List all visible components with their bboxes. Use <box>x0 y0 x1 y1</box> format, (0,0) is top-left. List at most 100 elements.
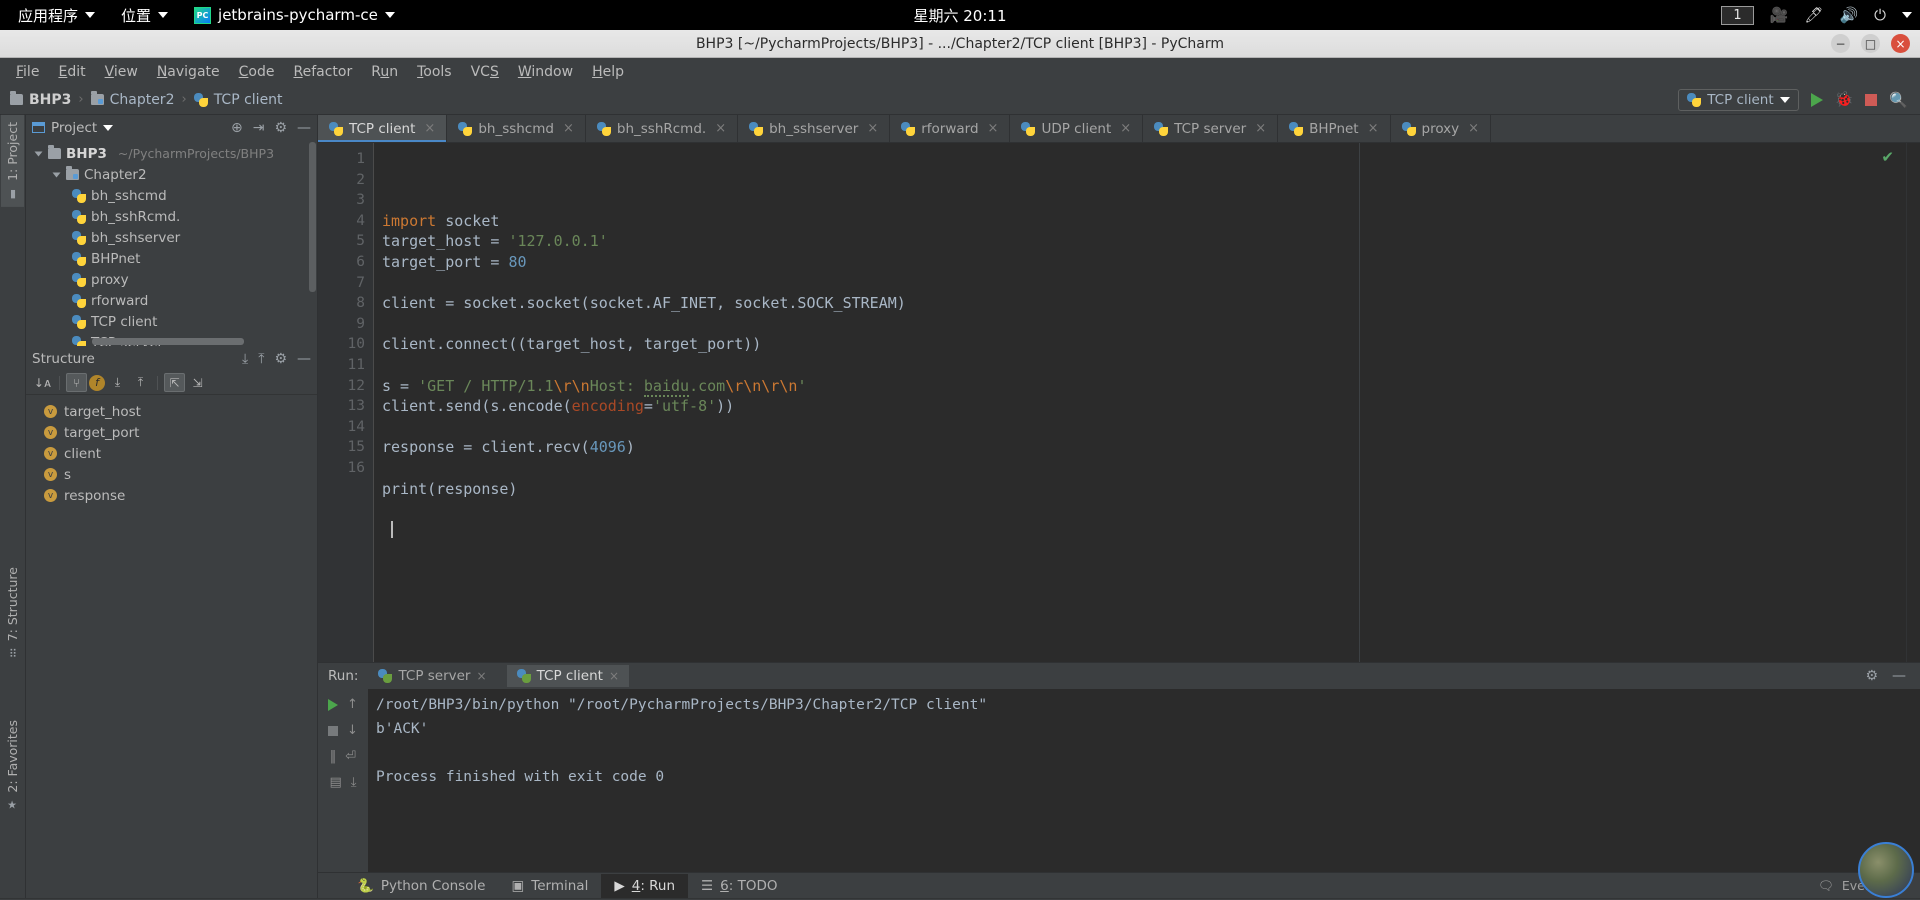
menu-item-tools[interactable]: Tools <box>409 61 460 83</box>
structure-list-item[interactable]: v response <box>26 485 317 506</box>
editor-tab-tcp-server[interactable]: TCP server × <box>1143 115 1279 142</box>
scroll-from-source-icon[interactable]: ⊕ <box>231 120 243 136</box>
ok-check-icon[interactable]: ✔ <box>1881 148 1894 166</box>
menu-item-vcs[interactable]: VCS <box>463 61 507 83</box>
close-icon[interactable]: × <box>867 121 878 136</box>
expand-arrow-icon[interactable] <box>34 151 43 156</box>
menu-item-refactor[interactable]: Refactor <box>285 61 360 83</box>
close-icon[interactable]: × <box>1468 121 1479 136</box>
code-editor[interactable]: 1 2 3 4 5 6 7 8 9 10 11 12 13 14 15 16 import socket tar… <box>318 143 1920 662</box>
screencast-icon[interactable]: 🎥 <box>1770 7 1789 23</box>
scroll-to-end-icon[interactable]: ⤓ <box>351 775 357 790</box>
project-tree-node[interactable]: proxy <box>26 269 317 290</box>
bottom-tab-run[interactable]: ▶ 4: Run <box>601 873 689 898</box>
project-tree-node[interactable]: TCP client <box>26 311 317 332</box>
editor-tab-bhpnet[interactable]: BHPnet × <box>1278 115 1391 142</box>
close-icon[interactable]: × <box>424 121 435 136</box>
close-icon[interactable]: × <box>563 121 574 136</box>
project-tree-node[interactable]: bh_sshcmd <box>26 185 317 206</box>
project-tree-node[interactable]: rforward <box>26 290 317 311</box>
menu-item-window[interactable]: Window <box>510 61 581 83</box>
sort-alphabetically-icon[interactable]: ↓ᴀ <box>32 373 53 392</box>
editor-tab-bh-sshrcmd[interactable]: bh_sshRcmd. × <box>586 115 739 142</box>
expand-all-icon[interactable]: ⤓ <box>242 351 248 367</box>
minimize-icon[interactable]: — <box>297 351 311 367</box>
gear-icon[interactable]: ⚙ <box>274 351 287 367</box>
structure-list-item[interactable]: v client <box>26 443 317 464</box>
editor-tab-udp-client[interactable]: UDP client × <box>1010 115 1144 142</box>
close-icon[interactable]: × <box>1255 121 1266 136</box>
chevron-down-icon[interactable] <box>1902 12 1912 18</box>
menu-item-run[interactable]: Run <box>363 61 406 83</box>
run-configuration-selector[interactable]: TCP client <box>1678 88 1799 111</box>
close-button[interactable]: × <box>1891 34 1910 53</box>
run-tab-tcp-client[interactable]: TCP client × <box>506 665 630 687</box>
editor-tab-bh-sshserver[interactable]: bh_sshserver × <box>738 115 891 142</box>
minimize-icon[interactable]: — <box>297 120 311 136</box>
show-fields-icon[interactable]: f <box>89 374 105 391</box>
sidebar-tab-project[interactable]: ▮ 1: Project <box>1 115 24 207</box>
project-panel-title-group[interactable]: Project <box>32 120 114 136</box>
project-tree-horizontal-scrollbar[interactable] <box>92 338 244 345</box>
menu-item-edit[interactable]: Edit <box>50 61 93 83</box>
bottom-tab-python-console[interactable]: 🐍 Python Console <box>344 874 499 898</box>
run-button[interactable] <box>1810 92 1823 107</box>
sidebar-tab-favorites[interactable]: ★ 2: Favorites <box>1 713 24 819</box>
sidebar-tab-structure[interactable]: ⠿ 7: Structure <box>1 560 24 667</box>
breadcrumb-item-file[interactable]: TCP client <box>193 92 283 108</box>
bottom-tab-todo[interactable]: ☰ 6: TODO <box>688 874 790 898</box>
minimize-icon[interactable]: — <box>1892 668 1906 684</box>
breadcrumb-item-project[interactable]: BHP3 <box>10 91 71 108</box>
menu-item-navigate[interactable]: Navigate <box>149 61 228 83</box>
project-tree[interactable]: BHP3 ~/PycharmProjects/BHP3 Chapter2 bh_ssh… <box>26 140 317 346</box>
collapse-all-icon[interactable]: ⤒ <box>258 351 264 367</box>
close-icon[interactable]: × <box>715 121 726 136</box>
gear-icon[interactable]: ⚙ <box>1865 668 1878 684</box>
project-tree-vertical-scrollbar[interactable] <box>309 142 316 292</box>
stop-button[interactable] <box>1865 93 1878 106</box>
debug-button[interactable]: 🐞 <box>1835 92 1854 107</box>
rerun-icon[interactable] <box>328 698 339 711</box>
gear-icon[interactable]: ⚙ <box>274 120 287 136</box>
project-tree-node[interactable]: bh_sshserver <box>26 227 317 248</box>
bottom-tab-terminal[interactable]: ▣ Terminal <box>499 874 602 898</box>
maximize-button[interactable]: □ <box>1861 34 1880 53</box>
collapse-all-icon[interactable]: ⤒ <box>130 373 151 392</box>
project-tree-node[interactable]: bh_sshRcmd. <box>26 206 317 227</box>
power-icon[interactable]: ⏻ <box>1874 7 1886 23</box>
workspace-indicator[interactable]: 1 <box>1721 5 1754 25</box>
scroll-up-icon[interactable]: ↑ <box>347 697 358 712</box>
gnome-active-app[interactable]: PC jetbrains-pycharm-ce <box>181 0 408 30</box>
close-icon[interactable]: × <box>988 121 999 136</box>
stop-icon[interactable] <box>328 725 339 736</box>
code-content[interactable]: import socket target_host = '127.0.0.1' ta… <box>374 143 1906 662</box>
gnome-applications-menu[interactable]: 应用程序 <box>0 0 108 30</box>
close-icon[interactable]: × <box>1120 121 1131 136</box>
project-tree-node[interactable]: Chapter2 <box>26 164 317 185</box>
minimize-button[interactable]: − <box>1831 34 1850 53</box>
gnome-places-menu[interactable]: 位置 <box>108 0 181 30</box>
brightness-icon[interactable]: 🖊 <box>1804 7 1823 23</box>
editor-scrollbar[interactable] <box>1906 143 1920 662</box>
project-tree-node[interactable]: BHP3 ~/PycharmProjects/BHP3 <box>26 143 317 164</box>
editor-tab-proxy[interactable]: proxy × <box>1391 115 1492 142</box>
menu-item-help[interactable]: Help <box>584 61 632 83</box>
scroll-from-source-icon[interactable]: ⇱ <box>164 373 185 392</box>
structure-list-item[interactable]: v target_host <box>26 401 317 422</box>
menu-item-file[interactable]: File <box>8 61 47 83</box>
close-icon[interactable]: × <box>477 669 487 683</box>
run-console-output[interactable]: /root/BHP3/bin/python "/root/PycharmProj… <box>368 689 1920 872</box>
structure-list-item[interactable]: vs <box>26 464 317 485</box>
expand-arrow-icon[interactable] <box>52 172 61 177</box>
search-everywhere-icon[interactable]: 🔍 <box>1889 91 1908 109</box>
volume-icon[interactable]: 🔊 <box>1839 7 1858 23</box>
breadcrumb-item-folder[interactable]: Chapter2 <box>90 91 174 108</box>
menu-item-view[interactable]: View <box>97 61 146 83</box>
collapse-all-icon[interactable]: ⇥ <box>253 120 265 136</box>
close-icon[interactable]: × <box>609 669 619 683</box>
editor-tab-tcp-client[interactable]: TCP client × <box>318 115 448 142</box>
run-tab-tcp-server[interactable]: TCP server × <box>368 665 496 687</box>
print-icon[interactable]: ▤ <box>329 775 341 790</box>
close-icon[interactable]: × <box>1368 121 1379 136</box>
editor-tab-bh-sshcmd[interactable]: bh_sshcmd × <box>447 115 586 142</box>
